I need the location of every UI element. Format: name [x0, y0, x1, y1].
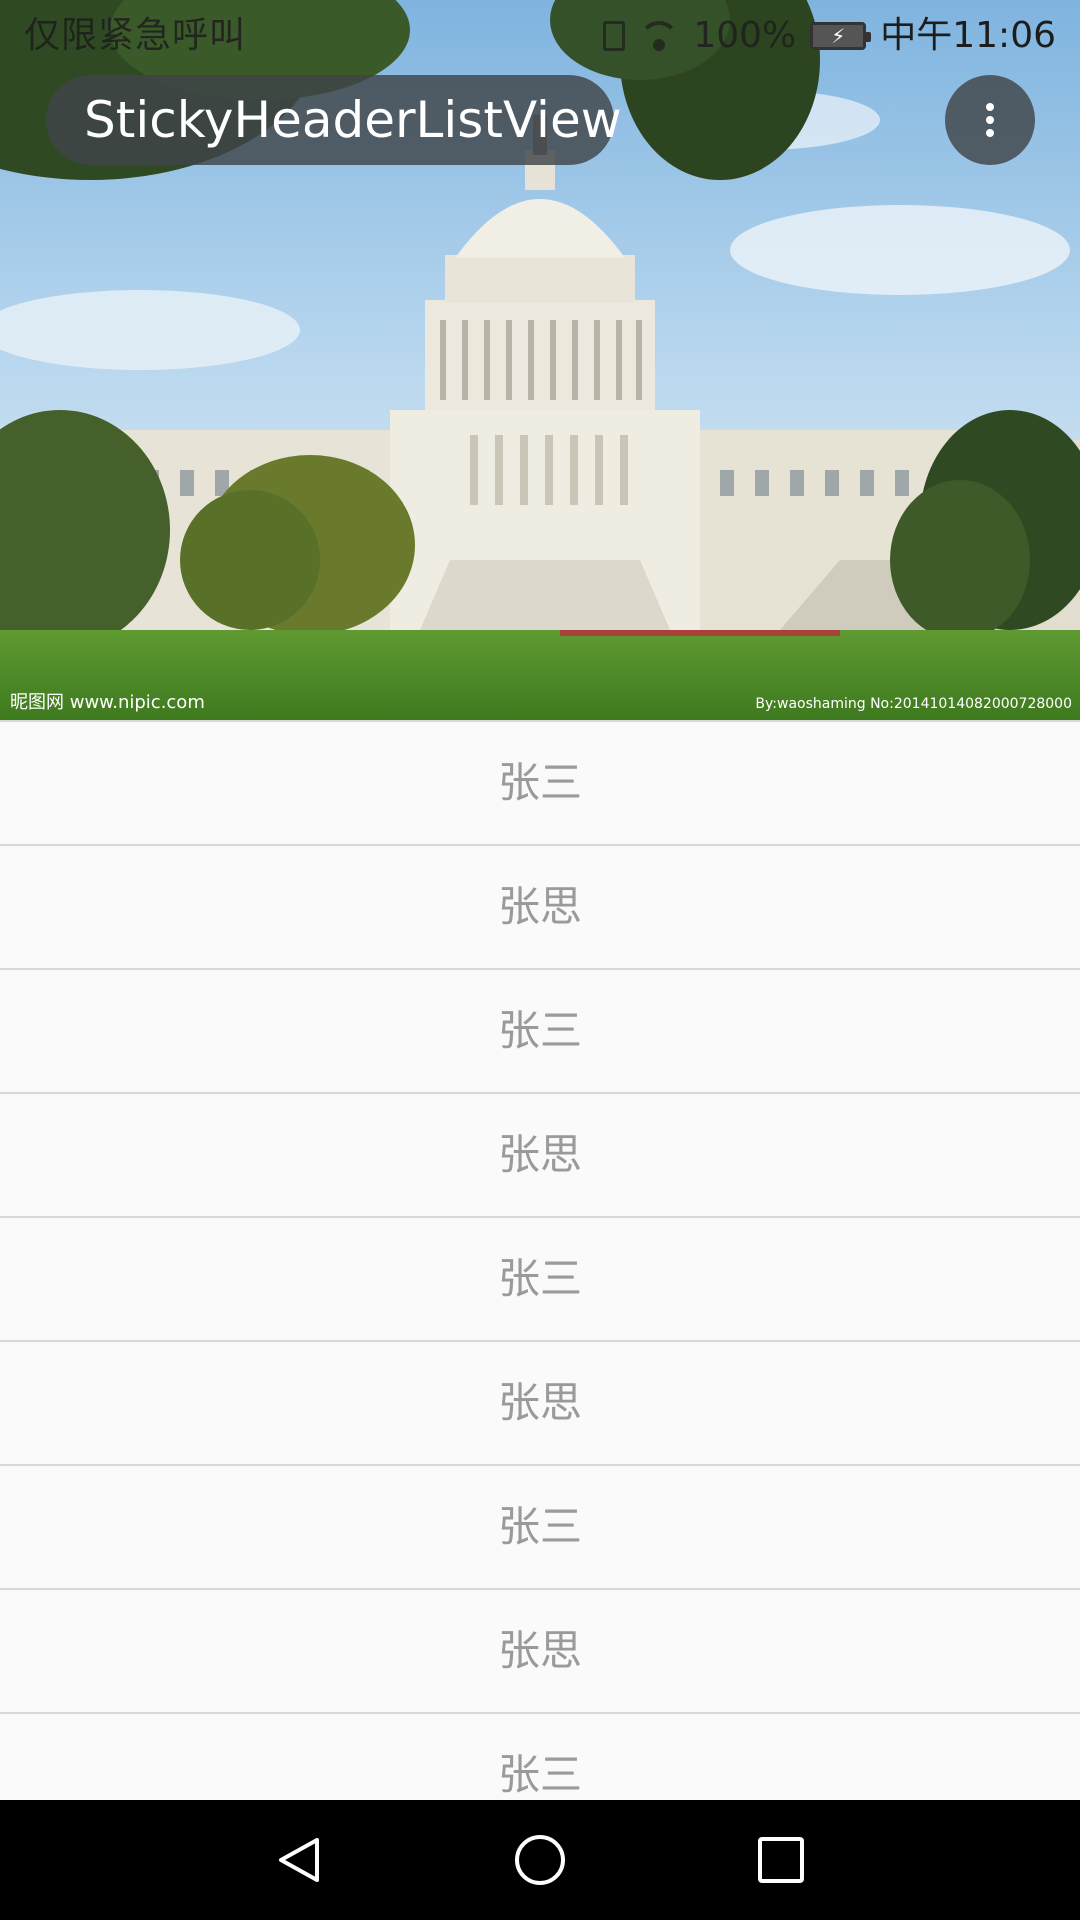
list-item[interactable]: 张思: [0, 846, 1080, 970]
watermark-right: By:waoshaming No:20141014082000728000: [755, 696, 1072, 712]
list-item[interactable]: 张三: [0, 970, 1080, 1094]
list-item[interactable]: 张三: [0, 1218, 1080, 1342]
home-circle-icon[interactable]: [515, 1835, 565, 1885]
sim-card-icon: [603, 21, 626, 51]
list-item[interactable]: 张思: [0, 1342, 1080, 1466]
menu-dot: [986, 103, 994, 111]
clock: 中午11:06: [880, 15, 1056, 56]
menu-dot: [986, 116, 994, 124]
recent-square-icon[interactable]: [758, 1837, 804, 1883]
navigation-bar: [0, 1800, 1080, 1920]
wifi-icon: [639, 21, 680, 51]
status-bar: 仅限紧急呼叫 100% ⚡ 中午11:06: [0, 0, 1080, 72]
list-item[interactable]: 张思: [0, 1094, 1080, 1218]
list-item[interactable]: 张三: [0, 1714, 1080, 1800]
watermark-left: 昵图网 www.nipic.com: [10, 692, 205, 713]
toolbar-title: StickyHeaderListView: [46, 75, 622, 165]
back-triangle-icon[interactable]: [275, 1836, 323, 1884]
status-icons: 100% ⚡ 中午11:06: [603, 0, 1056, 72]
list-item[interactable]: 张三: [0, 722, 1080, 846]
menu-dot: [986, 129, 994, 137]
battery-charging-icon: ⚡: [810, 22, 872, 50]
carrier-status-text: 仅限紧急呼叫: [24, 15, 247, 56]
name-list[interactable]: 张三 张思 张三 张思 张三 张思 张三 张思 张三: [0, 720, 1080, 1800]
list-item[interactable]: 张三: [0, 1466, 1080, 1590]
battery-percent: 100%: [693, 15, 797, 56]
screen: 昵图网 www.nipic.com By:waoshaming No:20141…: [0, 0, 1080, 1920]
list-item[interactable]: 张思: [0, 1590, 1080, 1714]
more-vert-icon[interactable]: [945, 75, 1035, 165]
